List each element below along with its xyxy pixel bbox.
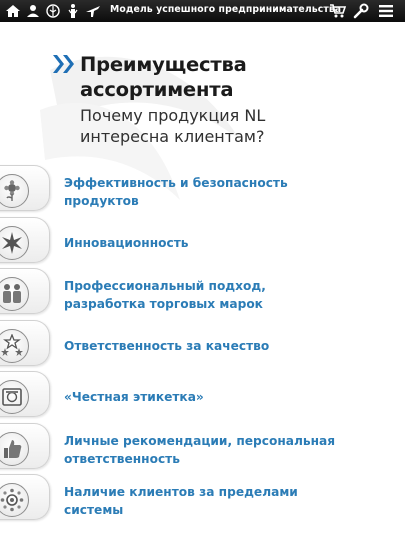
page-title: Преимущества ассортимента — [80, 52, 247, 102]
item-label: Эффективность и безопасность продуктов — [64, 176, 288, 208]
item-tab — [0, 268, 50, 314]
advantages-list: Эффективность и безопасность продуктов Ин… — [0, 162, 405, 523]
page-subtitle-line2: интересна клиентам? — [80, 127, 265, 146]
item-tab — [0, 422, 50, 469]
app-title: Модель успешного предпринимательства — [110, 4, 342, 15]
people-icon[interactable] — [64, 2, 82, 20]
home-icon[interactable] — [4, 2, 22, 20]
thumbs-up-icon — [4, 439, 22, 458]
airplane-icon[interactable] — [84, 2, 102, 20]
list-item-recommendations[interactable]: Личные рекомендации, персональная ответст… — [0, 420, 405, 472]
list-item-innovation[interactable]: Инновационность — [0, 214, 405, 266]
top-bar: Модель успешного предпринимательства — [0, 0, 405, 22]
item-label: Наличие клиентов за пределами системы — [64, 485, 298, 517]
tree-icon[interactable] — [44, 2, 62, 20]
list-item-honest-label[interactable]: «Честная этикетка» — [0, 368, 405, 420]
item-tab — [0, 371, 50, 417]
user-icon[interactable] — [24, 2, 42, 20]
chevron-right-icon — [53, 55, 74, 73]
label-icon — [2, 388, 22, 406]
item-tab — [0, 319, 50, 366]
cart-icon[interactable] — [329, 2, 347, 20]
item-tab — [0, 165, 50, 211]
item-tab — [0, 474, 50, 520]
list-item-quality[interactable]: Ответственность за качество — [0, 317, 405, 369]
page-title-line1: Преимущества — [80, 53, 247, 76]
tools-icon[interactable] — [352, 2, 370, 20]
page-subtitle: Почему продукция NL интересна клиентам? — [80, 105, 265, 147]
globe-people-icon — [0, 488, 24, 512]
flower-icon — [4, 180, 20, 201]
handshake-team-icon — [3, 284, 21, 303]
page-title-line2: ассортимента — [80, 78, 234, 101]
item-label: Ответственность за качество — [64, 338, 270, 353]
item-tab — [0, 216, 50, 263]
item-label: Инновационность — [64, 235, 189, 250]
stars-icon — [1, 333, 23, 356]
item-label: «Честная этикетка» — [64, 390, 204, 404]
item-label: Профессиональный подход, разработка торго… — [64, 279, 266, 311]
star-burst-icon — [2, 231, 22, 254]
item-label: Личные рекомендации, персональная ответст… — [64, 433, 336, 466]
menu-icon[interactable] — [377, 2, 395, 20]
list-item-professional[interactable]: Профессиональный подход, разработка торго… — [0, 265, 405, 317]
list-item-external-clients[interactable]: Наличие клиентов за пределами системы — [0, 471, 405, 523]
list-item-efficiency[interactable]: Эффективность и безопасность продуктов — [0, 162, 405, 214]
page-subtitle-line1: Почему продукция NL — [80, 106, 266, 125]
